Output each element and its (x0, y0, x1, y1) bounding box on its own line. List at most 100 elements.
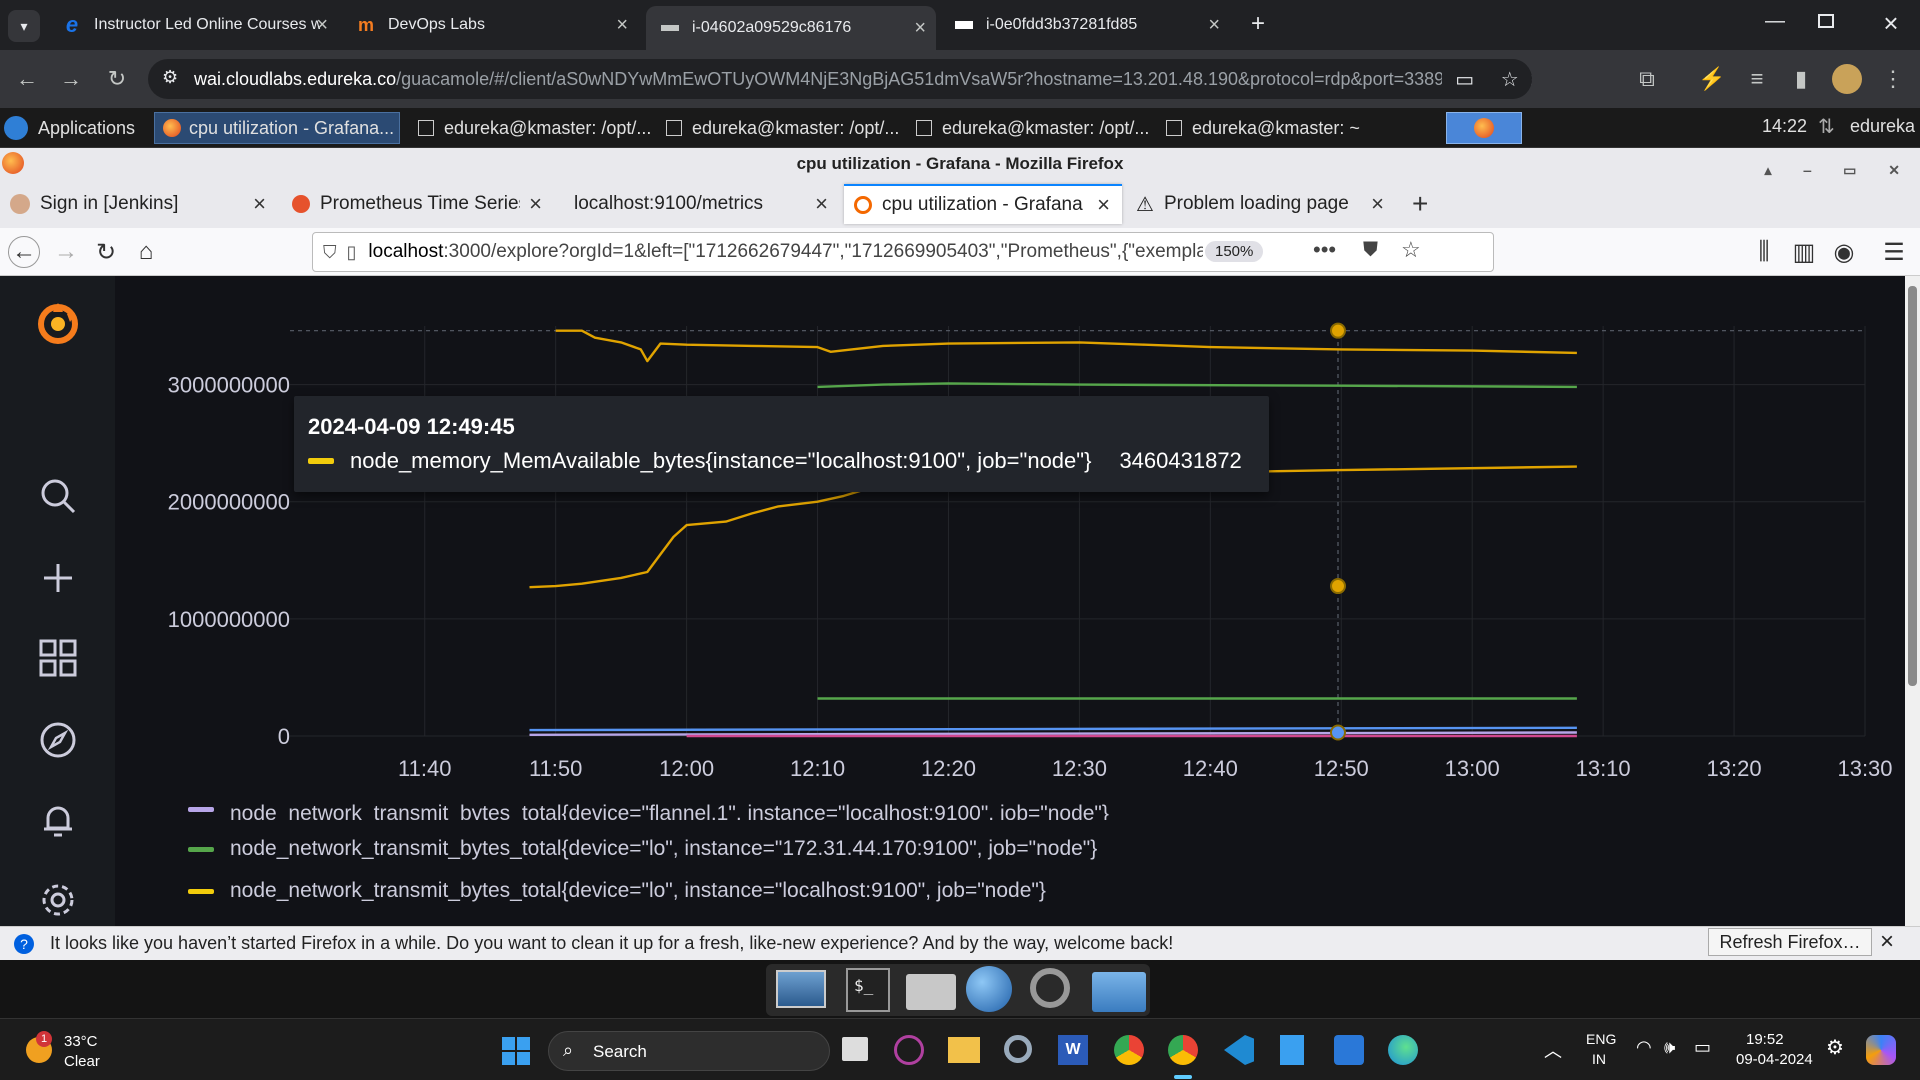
legend-item[interactable]: node_network_transmit_bytes_total{device… (188, 792, 1109, 820)
restore-window-button[interactable] (1818, 14, 1834, 28)
chrome-icon-active[interactable] (1168, 1035, 1198, 1065)
site-info-icon[interactable]: ⚙ (162, 67, 178, 88)
legend-item[interactable]: node_network_transmit_bytes_total{device… (188, 834, 1097, 864)
show-hidden-icons[interactable]: ︿ (1544, 1037, 1562, 1063)
refresh-firefox-button[interactable]: Refresh Firefox… (1708, 928, 1872, 956)
volume-icon[interactable]: 🕪 (1664, 1037, 1675, 1058)
forward-arrow-icon[interactable]: → (50, 236, 82, 268)
alerting-bell-icon[interactable] (36, 798, 80, 842)
scrollbar-thumb[interactable] (1908, 286, 1917, 686)
library-icon[interactable]: ⫼ (1748, 236, 1780, 268)
performance-icon[interactable]: ⚡ (1697, 64, 1727, 94)
pocket-icon[interactable]: ⛊ (1363, 239, 1378, 262)
menu-dots-icon[interactable]: ⋮ (1878, 64, 1908, 94)
settings-gear-icon[interactable] (36, 878, 80, 922)
applications-menu[interactable]: Applications (4, 112, 150, 144)
extensions-icon[interactable]: ⧉ (1632, 64, 1662, 94)
clock-time[interactable]: 19:52 (1746, 1031, 1784, 1048)
close-icon[interactable]: × (1208, 14, 1220, 37)
web-browser-icon[interactable] (966, 966, 1012, 1012)
close-icon[interactable]: × (529, 191, 542, 217)
vscode-icon[interactable] (1224, 1035, 1254, 1065)
side-panel-icon[interactable]: ▮ (1786, 64, 1816, 94)
close-window-button[interactable]: × (1876, 8, 1906, 38)
host-address-bar[interactable]: ⚙ wai.cloudlabs.edureka.co/guacamole/#/c… (148, 59, 1532, 99)
back-arrow-icon[interactable]: ← (12, 64, 42, 94)
host-tab-edureka[interactable]: e Instructor Led Online Courses w × (48, 8, 338, 42)
bookmark-star-icon[interactable]: ▭ ☆ (1442, 59, 1532, 99)
host-tab-devops-labs[interactable]: m DevOps Labs × (342, 8, 638, 42)
new-tab-button[interactable]: + (1242, 8, 1274, 40)
close-icon[interactable]: × (616, 14, 628, 37)
explore-compass-icon[interactable] (36, 718, 80, 762)
panel-user[interactable]: edureka (1850, 116, 1915, 137)
tab-problem-loading[interactable]: ⚠ Problem loading page × (1126, 184, 1396, 224)
page-actions-icon[interactable]: ••• (1313, 237, 1336, 263)
close-icon[interactable]: × (1371, 191, 1384, 217)
time-series-graph[interactable]: 11:40 11:50 12:00 12:10 12:20 12:30 12:40 12:50… (115, 276, 1905, 796)
edge-icon[interactable] (1388, 1035, 1418, 1065)
firefox-launcher-button[interactable] (1446, 112, 1522, 144)
task-terminal-3[interactable]: edureka@kmaster: /opt/... (906, 112, 1150, 144)
plus-icon[interactable] (36, 556, 80, 600)
word-icon[interactable]: W (1058, 1035, 1088, 1065)
task-view-icon[interactable] (842, 1037, 868, 1061)
host-tab-remote-1[interactable]: i-04602a09529c86176 × (646, 6, 936, 50)
clock-date[interactable]: 09-04-2024 (1736, 1051, 1813, 1068)
close-icon[interactable]: × (253, 191, 266, 217)
task-grafana[interactable]: cpu utilization - Grafana... (154, 112, 400, 144)
hamburger-menu-icon[interactable]: ☰ (1878, 236, 1910, 268)
close-icon[interactable]: × (316, 14, 328, 37)
host-tab-remote-2[interactable]: i-0e0fdd3b37281fd85 × (940, 8, 1230, 42)
lang-line1[interactable]: ENG (1586, 1031, 1616, 1047)
forward-arrow-icon[interactable]: → (56, 64, 86, 94)
windows-start-icon[interactable] (502, 1037, 530, 1065)
legend-item[interactable]: node_network_transmit_bytes_total{device… (188, 876, 1046, 906)
battery-icon[interactable]: ▭ (1694, 1037, 1711, 1058)
new-tab-button[interactable]: + (1412, 188, 1428, 220)
sidebar-icon[interactable]: ▥ (1788, 236, 1820, 268)
copilot-icon[interactable] (1866, 1035, 1896, 1065)
minimize-window-button[interactable]: — (1760, 10, 1790, 40)
show-desktop-icon[interactable] (776, 970, 826, 1008)
taskbar-search-box[interactable]: ⌕ Search (548, 1031, 830, 1071)
search-icon[interactable] (36, 474, 80, 518)
zoom-badge[interactable]: 150% (1205, 241, 1264, 262)
tab-prometheus[interactable]: Prometheus Time Series × (282, 184, 554, 224)
bookmark-star-icon[interactable]: ☆ (1401, 237, 1421, 263)
media-player-icon[interactable] (894, 1035, 924, 1065)
home-folder-icon[interactable] (906, 974, 956, 1010)
reload-icon[interactable]: ↻ (102, 64, 132, 94)
close-icon[interactable]: × (914, 17, 926, 40)
shield-icon[interactable]: ⛉ (323, 242, 337, 263)
back-arrow-icon[interactable]: ← (8, 236, 40, 268)
task-terminal-4[interactable]: edureka@kmaster: ~ (1156, 112, 1396, 144)
tab-jenkins[interactable]: Sign in [Jenkins] × (0, 184, 278, 224)
weather-widget[interactable]: 1 33°C Clear (22, 1029, 112, 1073)
star-icon[interactable]: ☆ (1501, 67, 1519, 92)
close-icon[interactable]: × (815, 191, 828, 217)
dashboards-grid-icon[interactable] (36, 636, 80, 680)
reload-icon[interactable]: ↻ (90, 236, 122, 268)
file-manager-icon[interactable] (1092, 972, 1146, 1012)
account-icon[interactable]: ◉ (1828, 236, 1860, 268)
home-icon[interactable]: ⌂ (130, 236, 162, 268)
clipboard-icon[interactable]: ▭ (1455, 67, 1474, 92)
notepad-icon[interactable] (1280, 1035, 1304, 1065)
chrome-icon[interactable] (1114, 1035, 1144, 1065)
tab-search-button[interactable]: ▾ (8, 10, 40, 42)
lang-line2[interactable]: IN (1592, 1051, 1606, 1067)
media-controls-icon[interactable]: ≡ (1742, 64, 1772, 94)
wifi-icon[interactable]: ◠ (1636, 1037, 1652, 1058)
close-icon[interactable]: × (1880, 928, 1894, 956)
file-explorer-icon[interactable] (948, 1037, 980, 1063)
paint-icon[interactable] (1334, 1035, 1364, 1065)
firefox-url-bar[interactable]: ⛉ ▯ localhost:3000/explore?orgId=1&left=… (312, 232, 1494, 272)
tab-grafana[interactable]: cpu utilization - Grafana × (844, 184, 1122, 224)
vertical-scrollbar[interactable] (1905, 276, 1920, 926)
close-icon[interactable]: × (1097, 192, 1110, 218)
settings-icon[interactable] (1004, 1035, 1032, 1063)
notification-bell-icon[interactable]: ⚙ (1826, 1035, 1844, 1060)
profile-avatar[interactable] (1832, 64, 1862, 94)
grafana-logo[interactable] (32, 298, 84, 350)
